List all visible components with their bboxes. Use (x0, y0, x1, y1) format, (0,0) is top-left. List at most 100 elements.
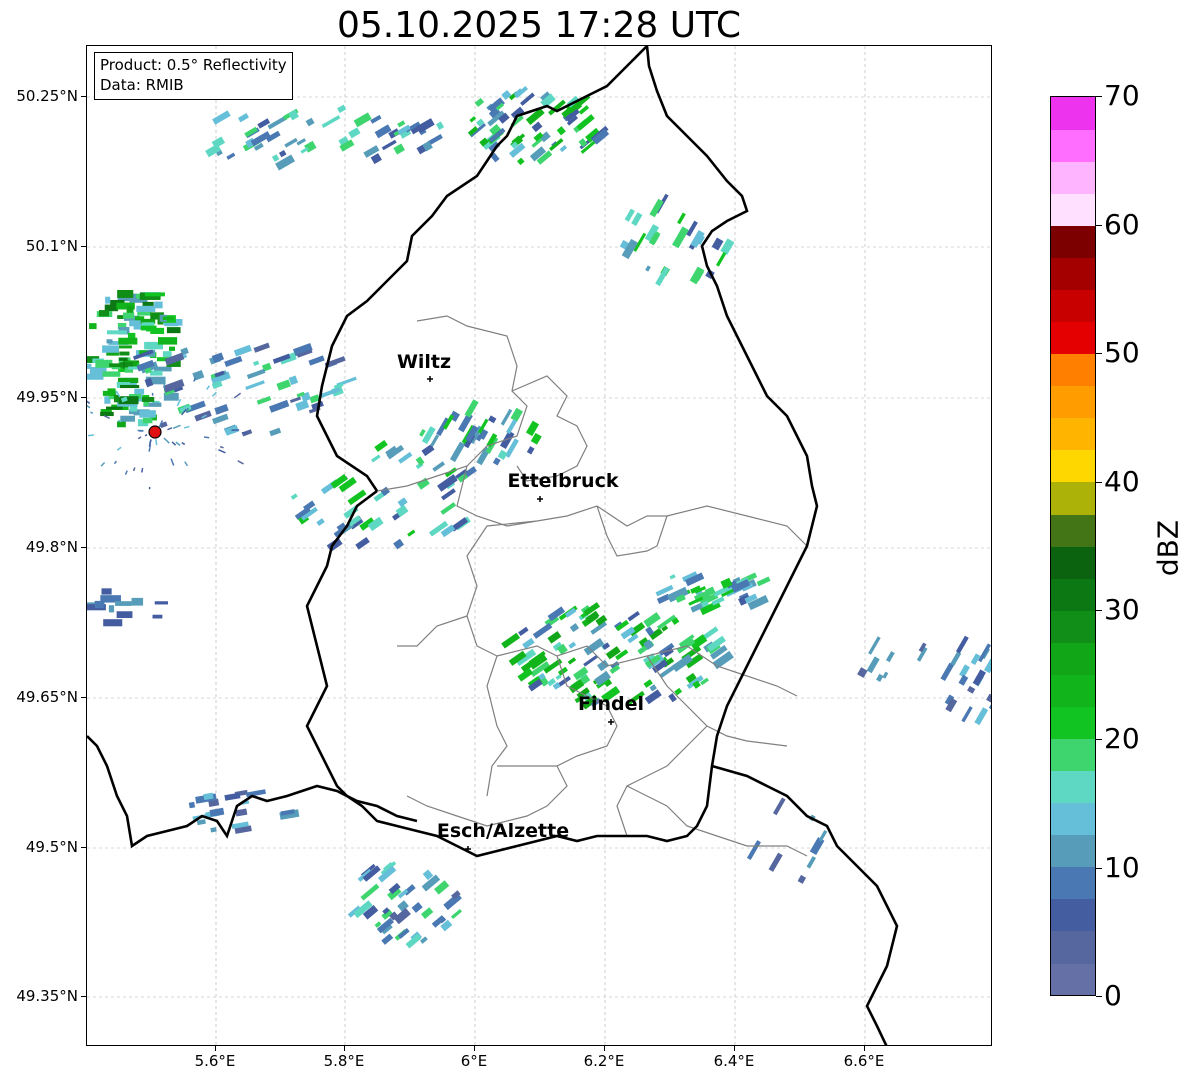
echo-pixel (567, 657, 577, 665)
echo-pixel (715, 252, 727, 267)
echo-pixel (518, 626, 529, 636)
product-info-box: Product: 0.5° Reflectivity Data: RMIB (94, 52, 293, 100)
radar-site-marker[interactable] (148, 425, 162, 439)
radar-map[interactable] (86, 45, 992, 1046)
echo-pixel (102, 371, 121, 377)
colorbar-segment (1051, 257, 1095, 290)
colorbar-tick-mark (1096, 353, 1102, 354)
colorbar-tick-mark (1096, 610, 1102, 611)
echo-pixel (246, 368, 266, 380)
echo-pixel (188, 801, 196, 809)
country-border-west (87, 735, 418, 849)
echo-pixel (355, 537, 370, 550)
echo-pixel (556, 126, 566, 136)
echo-pixel (308, 355, 325, 366)
echo-pixel (148, 486, 151, 490)
echo-pixel (89, 323, 97, 330)
echo-pixel (516, 157, 525, 166)
echo-pixel (520, 92, 535, 106)
echo-pixel (219, 445, 224, 449)
colorbar-tick-label: 30 (1104, 593, 1140, 626)
colorbar-segment (1051, 546, 1095, 579)
echo-pixel (506, 419, 518, 435)
echo-pixel (583, 655, 598, 667)
colorbar-segment (1051, 385, 1095, 419)
echo-pixel (866, 656, 880, 674)
x-tick-mark (344, 1046, 345, 1051)
echo-pixel (212, 413, 229, 425)
echo-pixel (772, 797, 786, 816)
echo-pixel (140, 325, 157, 331)
echo-pixel (87, 399, 91, 404)
y-tick-label: 49.95°N (16, 388, 78, 406)
echo-pixel (136, 305, 156, 312)
echo-pixel (958, 674, 969, 686)
echo-pixel (256, 395, 272, 405)
colorbar-tick-label: 40 (1104, 465, 1140, 498)
echo-pixel (464, 399, 479, 418)
echo-pixel (123, 312, 135, 319)
colorbar-segment (1051, 866, 1095, 900)
echo-pixel (102, 390, 116, 396)
echo-pixel (120, 415, 136, 422)
echo-pixel (950, 651, 962, 666)
echo-pixel (337, 104, 347, 113)
echo-pixel (488, 415, 497, 424)
colorbar-segment (1051, 321, 1095, 355)
echo-pixel (432, 461, 446, 472)
echo-pixel (237, 460, 244, 465)
echo-pixel (978, 643, 991, 663)
colorbar-segment (1051, 417, 1095, 451)
echo-pixel (183, 425, 190, 429)
echo-pixel (118, 357, 128, 361)
echo-pixel (669, 574, 676, 580)
echo-pixel (576, 114, 595, 131)
echo-pixel (253, 360, 260, 366)
echo-pixel (224, 792, 241, 801)
x-tick-label: 6.2°E (583, 1052, 625, 1070)
echo-pixel (967, 685, 976, 694)
colorbar-segment (1051, 834, 1095, 868)
echo-pixel (144, 292, 165, 297)
echo-pixel (269, 427, 282, 437)
colorbar-tick-mark (1096, 739, 1102, 740)
echo-pixel (210, 827, 217, 833)
echo-pixel (116, 611, 133, 619)
echo-pixel (393, 143, 405, 155)
echo-pixel (137, 311, 152, 316)
y-tick-mark (81, 246, 86, 247)
colorbar-segment (1051, 513, 1095, 547)
colorbar-segment (1051, 642, 1095, 675)
colorbar-segment (1051, 225, 1095, 258)
colorbar-tick-mark (1096, 996, 1102, 997)
echo-pixel (169, 346, 176, 351)
echo-pixel (882, 671, 889, 679)
echo-pixel (510, 407, 523, 422)
x-tick-mark (864, 1046, 865, 1051)
country-border-east (711, 764, 899, 1045)
echo-pixel (436, 121, 445, 130)
echo-pixel (321, 115, 341, 128)
y-tick-label: 49.35°N (16, 987, 78, 1005)
colorbar-tick-label: 50 (1104, 336, 1140, 369)
echo-pixel (172, 424, 181, 430)
y-tick-mark (81, 397, 86, 398)
colorbar-segment (1051, 161, 1095, 194)
echo-pixel (181, 441, 186, 446)
echo-pixel (655, 266, 670, 287)
echo-pixel (316, 518, 325, 527)
echo-pixel (961, 706, 973, 723)
colorbar (1050, 96, 1096, 996)
colorbar-segment (1051, 129, 1095, 162)
colorbar-segment (1051, 930, 1095, 964)
echo-pixel (974, 707, 989, 726)
echo-pixel (885, 651, 895, 663)
echo-pixel (547, 631, 562, 644)
echo-pixel (99, 310, 110, 317)
echo-pixel (643, 612, 661, 628)
echo-pixel (397, 497, 408, 508)
y-tick-label: 49.5°N (25, 838, 78, 856)
y-tick-label: 49.8°N (25, 538, 78, 556)
echo-pixel (102, 345, 119, 353)
echo-pixel (649, 198, 664, 218)
